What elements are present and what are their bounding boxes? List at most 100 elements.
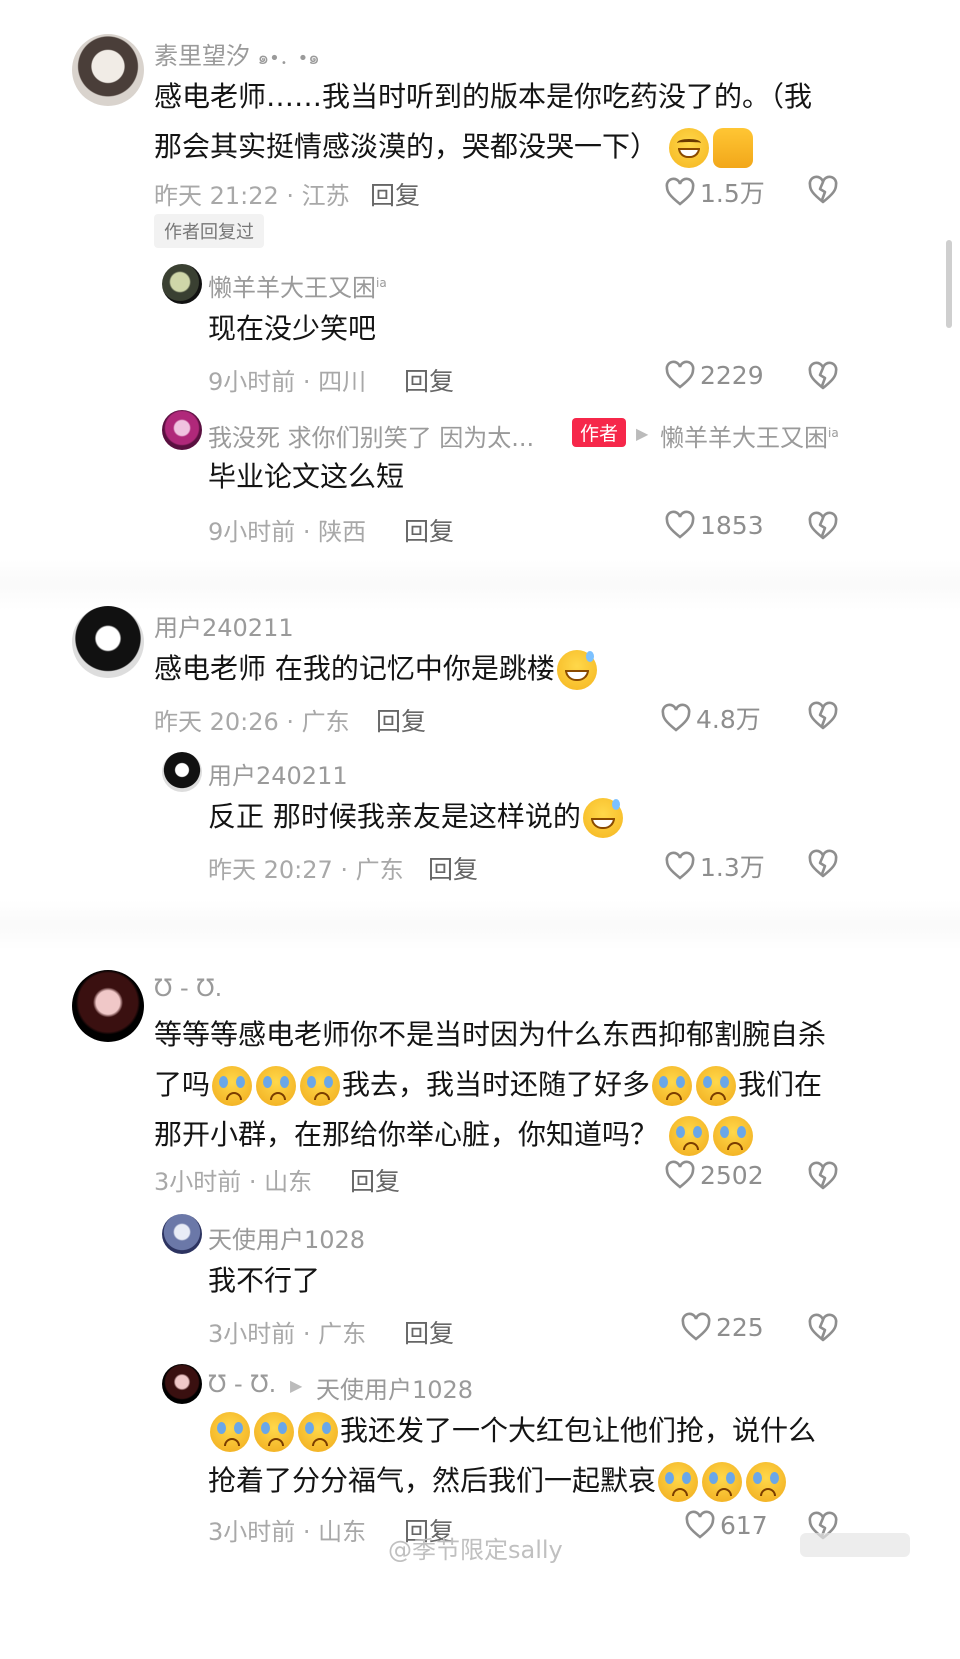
dislike-button[interactable] [806, 510, 840, 544]
username-text: 素里望汐 [154, 42, 250, 70]
comment-username[interactable]: 用户240211 [154, 608, 294, 643]
heart-outline-icon [665, 510, 695, 539]
crying-emoji-icon [212, 1066, 253, 1106]
comment-text-line: 了吗 我去，我当时还随了好多 我们在 [154, 1060, 826, 1110]
laughing-emoji-icon [668, 128, 709, 168]
comment-meta: 3小时前 · 山东 [208, 1518, 367, 1546]
watermark-logo [800, 1533, 910, 1557]
avatar[interactable] [72, 606, 144, 678]
comment-username[interactable]: 素里望汐 ๑•．•๑ [154, 36, 320, 72]
reply-arrow-icon: ▶ [290, 1376, 303, 1395]
dislike-button[interactable] [806, 360, 840, 394]
watermark: @季节限定sally [388, 1536, 563, 1564]
avatar[interactable] [162, 264, 202, 304]
like-button[interactable]: 225 [680, 1312, 764, 1342]
comment-username[interactable]: 用户240211 [208, 756, 348, 791]
reply-to-username[interactable]: 懒羊羊大王又困ia [660, 418, 839, 453]
comment-username[interactable]: Ʊ - Ʊ. [208, 1370, 276, 1398]
avatar[interactable] [72, 34, 144, 106]
comment-text-line: 等等等感电老师你不是当时因为什么东西抑郁割腕自杀 [154, 1018, 827, 1051]
comment-text: 感电老师……我当时听到的版本是你吃药没了的。（我 那会其实挺情感淡漠的，哭都没哭… [154, 72, 812, 172]
comment-text: 我还发了一个大红包让他们抢，说什么 抢着了分分福气，然后我们一起默哀 [208, 1406, 816, 1506]
blur-band [0, 560, 960, 610]
crying-emoji-icon [300, 1066, 341, 1106]
heart-outline-icon [665, 851, 695, 880]
reply-button[interactable]: 回复 [404, 1314, 454, 1350]
username-suffix: ๑•．•๑ [257, 48, 320, 69]
comment-text-line: 那会其实挺情感淡漠的，哭都没哭一下） [154, 122, 812, 172]
like-button[interactable]: 617 [684, 1510, 768, 1540]
like-button[interactable]: 1.5万 [664, 174, 765, 210]
comment-meta: 9小时前 · 陕西 [208, 518, 367, 546]
reply-button[interactable]: 回复 [404, 512, 454, 548]
comment-text: 毕业论文这么短 [208, 460, 405, 493]
dislike-button[interactable] [806, 1160, 840, 1194]
avatar[interactable] [162, 1364, 202, 1404]
heart-outline-icon [661, 703, 691, 732]
dislike-button[interactable] [806, 700, 840, 734]
broken-heart-icon [808, 701, 838, 730]
username-sup: ia [376, 276, 387, 290]
avatar[interactable] [162, 410, 202, 450]
crying-emoji-icon [696, 1066, 737, 1106]
comment-meta: 昨天 20:26 · 广东 [154, 708, 350, 736]
dislike-button[interactable] [806, 1312, 840, 1346]
like-count: 225 [716, 1312, 764, 1342]
like-count: 2229 [700, 360, 764, 390]
dislike-button[interactable] [806, 848, 840, 882]
comment-text-line: 抢着了分分福气，然后我们一起默哀 [208, 1456, 816, 1506]
avatar[interactable] [162, 752, 202, 792]
reply-button[interactable]: 回复 [404, 362, 454, 398]
comment-username[interactable]: Ʊ - Ʊ. [154, 974, 222, 1002]
comment-username[interactable]: 天使用户1028 [208, 1220, 365, 1255]
thumbs-up-emoji-icon [712, 128, 753, 168]
like-button[interactable]: 4.8万 [660, 700, 761, 736]
reply-button[interactable]: 回复 [370, 176, 420, 212]
crying-emoji-icon [668, 1116, 709, 1156]
comment-text-line: 感电老师 在我的记忆中你是跳楼 [154, 652, 555, 685]
comment-text-line: 我还发了一个大红包让他们抢，说什么 [208, 1406, 816, 1456]
broken-heart-icon [808, 361, 838, 390]
heart-outline-icon [665, 1160, 695, 1189]
crying-emoji-icon [658, 1462, 699, 1502]
like-button[interactable]: 2229 [664, 360, 764, 390]
reply-button[interactable]: 回复 [350, 1162, 400, 1198]
comment-meta: 3小时前 · 山东 [154, 1168, 313, 1196]
crying-emoji-icon [712, 1116, 753, 1156]
scrollbar[interactable] [946, 240, 952, 328]
reply-button[interactable]: 回复 [376, 702, 426, 738]
comment-username[interactable]: 懒羊羊大王又困ia [208, 268, 387, 303]
comment-meta: 昨天 21:22 · 江苏 [154, 182, 350, 210]
crying-emoji-icon [702, 1462, 743, 1502]
comment-username[interactable]: 我没死 求你们别笑了 因为太... [208, 418, 534, 453]
avatar[interactable] [72, 970, 144, 1042]
comment-text: 现在没少笑吧 [208, 312, 377, 345]
heart-outline-icon [685, 1510, 715, 1539]
comment-meta: 3小时前 · 广东 [208, 1320, 367, 1348]
comment-text-line: 反正 那时候我亲友是这样说的 [208, 800, 581, 833]
heart-outline-icon [681, 1312, 711, 1341]
like-count: 4.8万 [696, 705, 761, 734]
comment-text: 反正 那时候我亲友是这样说的 [208, 792, 625, 842]
comment-text-line: 那开小群，在那给你举心脏，你知道吗？ [154, 1110, 826, 1160]
comment-text-line: 感电老师……我当时听到的版本是你吃药没了的。（我 [154, 80, 813, 113]
like-count: 1853 [700, 510, 764, 540]
crying-emoji-icon [746, 1462, 787, 1502]
username-text: 懒羊羊大王又困 [208, 274, 376, 302]
heart-outline-icon [665, 177, 695, 206]
avatar[interactable] [162, 1214, 202, 1254]
sweat-smile-emoji-icon [582, 798, 623, 838]
reply-to-username[interactable]: 天使用户1028 [316, 1370, 473, 1405]
like-button[interactable]: 2502 [664, 1160, 764, 1190]
like-button[interactable]: 1853 [664, 510, 764, 540]
broken-heart-icon [808, 1313, 838, 1342]
crying-emoji-icon [652, 1066, 693, 1106]
comment-text: 等等等感电老师你不是当时因为什么东西抑郁割腕自杀 了吗 我去，我当时还随了好多 我们… [154, 1010, 826, 1160]
reply-button[interactable]: 回复 [428, 850, 478, 886]
crying-emoji-icon [210, 1412, 250, 1452]
reply-arrow-icon: ▶ [636, 424, 649, 443]
comment-text: 我不行了 [208, 1264, 321, 1297]
dislike-button[interactable] [806, 174, 840, 208]
like-button[interactable]: 1.3万 [664, 848, 765, 884]
author-badge: 作者 [572, 418, 627, 447]
